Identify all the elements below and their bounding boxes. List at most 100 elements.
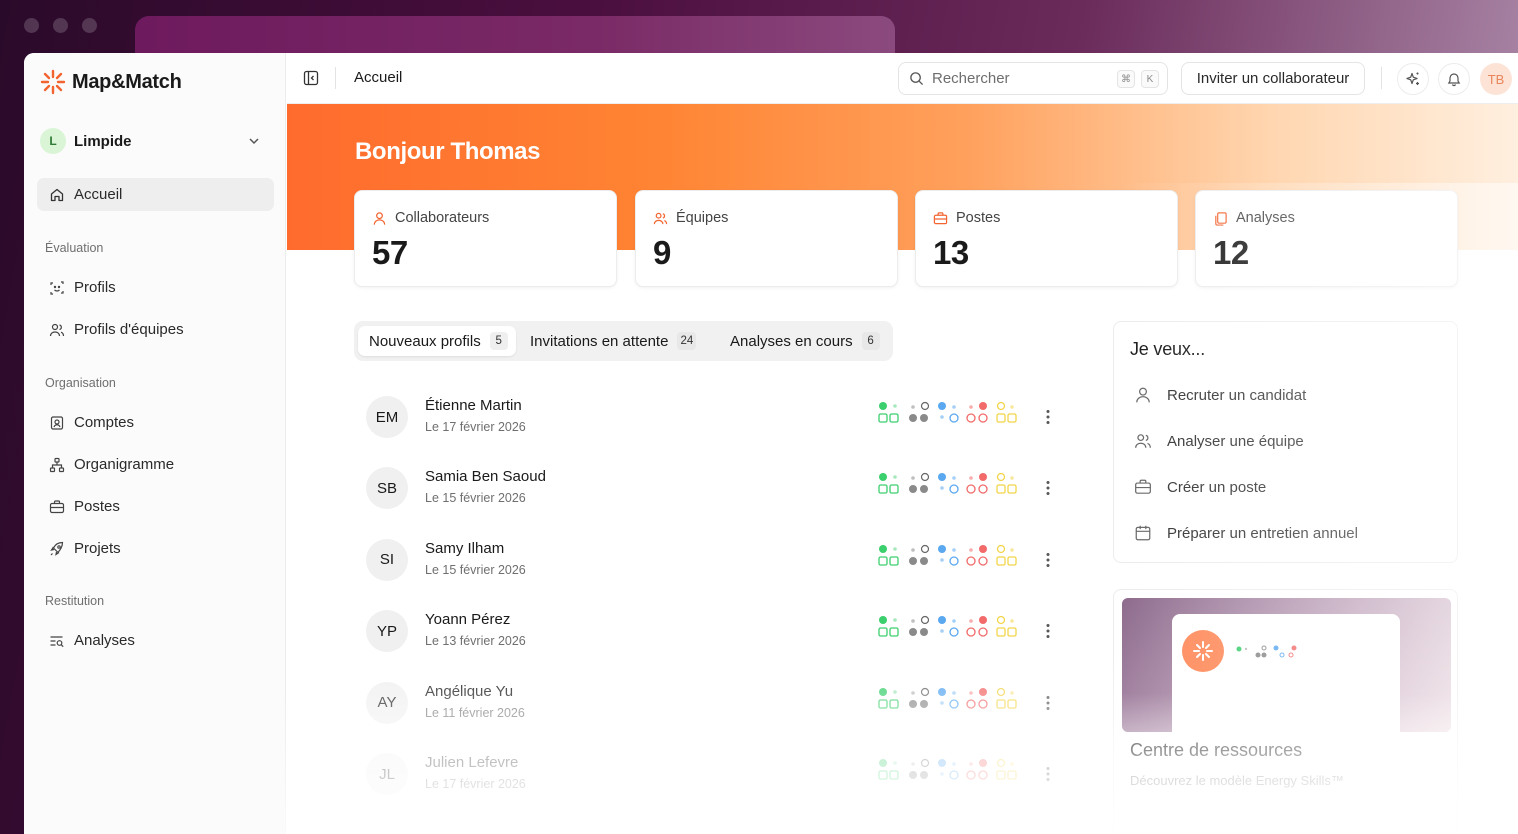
tab-invitations-en-attente[interactable]: Invitations en attente 24 bbox=[519, 326, 704, 356]
maximize-dot[interactable] bbox=[82, 18, 97, 33]
stat-value: 13 bbox=[933, 234, 969, 271]
profile-row[interactable]: SB Samia Ben Saoud Le 15 février 2026 bbox=[366, 460, 1066, 516]
action-label: Recruter un candidat bbox=[1167, 386, 1307, 404]
brand-icon bbox=[40, 69, 66, 95]
user-icon bbox=[1136, 387, 1150, 403]
sidebar-item-accueil[interactable]: Accueil bbox=[37, 178, 274, 211]
tab-count-badge: 6 bbox=[861, 332, 880, 350]
action-analyser-equipe[interactable]: Analyser une équipe bbox=[1134, 429, 1304, 453]
profile-name[interactable]: Angélique Yu bbox=[425, 683, 513, 700]
sidebar-item-postes[interactable]: Postes bbox=[37, 490, 274, 523]
action-creer-poste[interactable]: Créer un poste bbox=[1134, 475, 1266, 499]
ai-sparkle-button[interactable] bbox=[1397, 63, 1429, 95]
more-options-icon[interactable] bbox=[1046, 766, 1050, 782]
energy-skills-summary[interactable] bbox=[878, 544, 1018, 568]
invite-collaborator-button[interactable]: Inviter un collaborateur bbox=[1181, 62, 1365, 95]
notifications-button[interactable] bbox=[1438, 63, 1470, 95]
users-icon bbox=[653, 212, 668, 224]
more-options-icon[interactable] bbox=[1046, 623, 1050, 639]
profile-row[interactable]: EM Étienne Martin Le 17 février 2026 bbox=[366, 389, 1066, 445]
divider bbox=[1381, 67, 1382, 89]
search-icon bbox=[910, 72, 924, 86]
energy-skills-summary[interactable] bbox=[878, 401, 1018, 425]
stat-label: Postes bbox=[933, 210, 1000, 226]
workspace-name: Limpide bbox=[74, 132, 132, 150]
greeting-title: Bonjour Thomas bbox=[355, 138, 541, 165]
sidebar-item-label: Analyses bbox=[74, 632, 135, 649]
more-options-icon[interactable] bbox=[1046, 480, 1050, 496]
energy-skills-summary[interactable] bbox=[878, 687, 1018, 711]
profile-name[interactable]: Samy Ilham bbox=[425, 540, 504, 557]
stat-value: 9 bbox=[653, 234, 671, 271]
panel-title: Je veux... bbox=[1130, 339, 1206, 359]
window-controls bbox=[24, 18, 97, 33]
users-icon bbox=[49, 323, 65, 336]
profile-name[interactable]: Yoann Pérez bbox=[425, 611, 510, 628]
stat-card-collaborateurs[interactable]: Collaborateurs 57 bbox=[354, 190, 617, 287]
action-preparer-entretien[interactable]: Préparer un entretien annuel bbox=[1134, 521, 1358, 545]
action-label: Créer un poste bbox=[1167, 478, 1267, 496]
profile-name[interactable]: Julien Lefevre bbox=[425, 754, 518, 771]
briefcase-icon bbox=[933, 211, 948, 224]
tab-analyses-en-cours[interactable]: Analyses en cours 6 bbox=[719, 326, 888, 356]
action-label: Analyser une équipe bbox=[1167, 432, 1304, 450]
resource-preview-image bbox=[1122, 598, 1451, 732]
scan-face-icon bbox=[50, 280, 64, 295]
stat-card-postes[interactable]: Postes 13 bbox=[915, 190, 1178, 287]
sidebar-item-comptes[interactable]: Comptes bbox=[37, 406, 274, 439]
stat-card-equipes[interactable]: Équipes 9 bbox=[635, 190, 898, 287]
tab-label: Nouveaux profils bbox=[369, 332, 481, 350]
profile-row[interactable]: JL Julien Lefevre Le 17 février 2026 bbox=[366, 746, 1066, 802]
user-avatar[interactable]: TB bbox=[1480, 63, 1512, 95]
search-input[interactable]: Rechercher ⌘ K bbox=[898, 62, 1168, 95]
sidebar-item-projets[interactable]: Projets bbox=[37, 532, 274, 565]
sidebar-item-profils[interactable]: Profils bbox=[37, 271, 274, 304]
search-placeholder: Rechercher bbox=[932, 70, 1010, 87]
contact-card-icon bbox=[50, 415, 64, 430]
profile-date: Le 17 février 2026 bbox=[425, 777, 526, 791]
action-recruter-candidat[interactable]: Recruter un candidat bbox=[1134, 383, 1306, 407]
energy-skills-summary[interactable] bbox=[878, 615, 1018, 639]
minimize-dot[interactable] bbox=[53, 18, 68, 33]
more-options-icon[interactable] bbox=[1046, 409, 1050, 425]
app-window: Map&Match L Limpide Accueil Évaluation P… bbox=[24, 53, 1518, 834]
more-options-icon[interactable] bbox=[1046, 552, 1050, 568]
profile-row[interactable]: SI Samy Ilham Le 15 février 2026 bbox=[366, 532, 1066, 588]
profile-date: Le 17 février 2026 bbox=[425, 420, 526, 434]
sidebar-item-label: Profils bbox=[74, 279, 116, 296]
brand-name: Map&Match bbox=[72, 70, 182, 93]
sidebar-fade bbox=[24, 693, 286, 834]
copy-icon bbox=[1215, 211, 1227, 226]
tab-nouveaux-profils[interactable]: Nouveaux profils 5 bbox=[358, 326, 516, 356]
more-options-icon[interactable] bbox=[1046, 695, 1050, 711]
sidebar-item-label: Profils d'équipes bbox=[74, 321, 184, 338]
profile-name[interactable]: Samia Ben Saoud bbox=[425, 468, 546, 485]
stat-label: Collaborateurs bbox=[372, 210, 489, 226]
sidebar-toggle-icon[interactable] bbox=[303, 70, 319, 86]
close-dot[interactable] bbox=[24, 18, 39, 33]
browser-tab[interactable] bbox=[135, 16, 895, 56]
energy-skills-summary[interactable] bbox=[878, 758, 1018, 782]
stat-label: Analyses bbox=[1213, 210, 1295, 226]
profile-avatar: SI bbox=[366, 538, 408, 581]
section-restitution: Restitution bbox=[45, 594, 105, 608]
home-icon bbox=[50, 188, 64, 201]
sidebar-item-organigramme[interactable]: Organigramme bbox=[37, 448, 274, 481]
profile-row[interactable]: AY Angélique Yu Le 11 février 2026 bbox=[366, 675, 1066, 731]
sidebar-item-profils-equipes[interactable]: Profils d'équipes bbox=[37, 313, 274, 346]
profile-name[interactable]: Étienne Martin bbox=[425, 397, 522, 414]
stat-card-analyses[interactable]: Analyses 12 bbox=[1195, 190, 1458, 287]
workspace-switcher[interactable]: L Limpide bbox=[40, 127, 270, 155]
profile-date: Le 15 février 2026 bbox=[425, 491, 526, 506]
energy-skills-icon bbox=[878, 616, 1017, 637]
energy-skills-icon bbox=[878, 544, 1017, 566]
sparkle-icon bbox=[1406, 72, 1419, 85]
brand-logo[interactable]: Map&Match bbox=[40, 69, 182, 95]
energy-skills-summary[interactable] bbox=[878, 472, 1018, 496]
sidebar-item-analyses[interactable]: Analyses bbox=[37, 624, 274, 657]
energy-skills-icon bbox=[878, 758, 1017, 780]
breadcrumb[interactable]: Accueil bbox=[354, 69, 402, 86]
action-label: Préparer un entretien annuel bbox=[1167, 524, 1358, 542]
profile-row[interactable]: YP Yoann Pérez Le 13 février 2026 bbox=[366, 603, 1066, 659]
resource-center-card[interactable]: Centre de ressources Découvrez le modèle… bbox=[1113, 589, 1458, 834]
